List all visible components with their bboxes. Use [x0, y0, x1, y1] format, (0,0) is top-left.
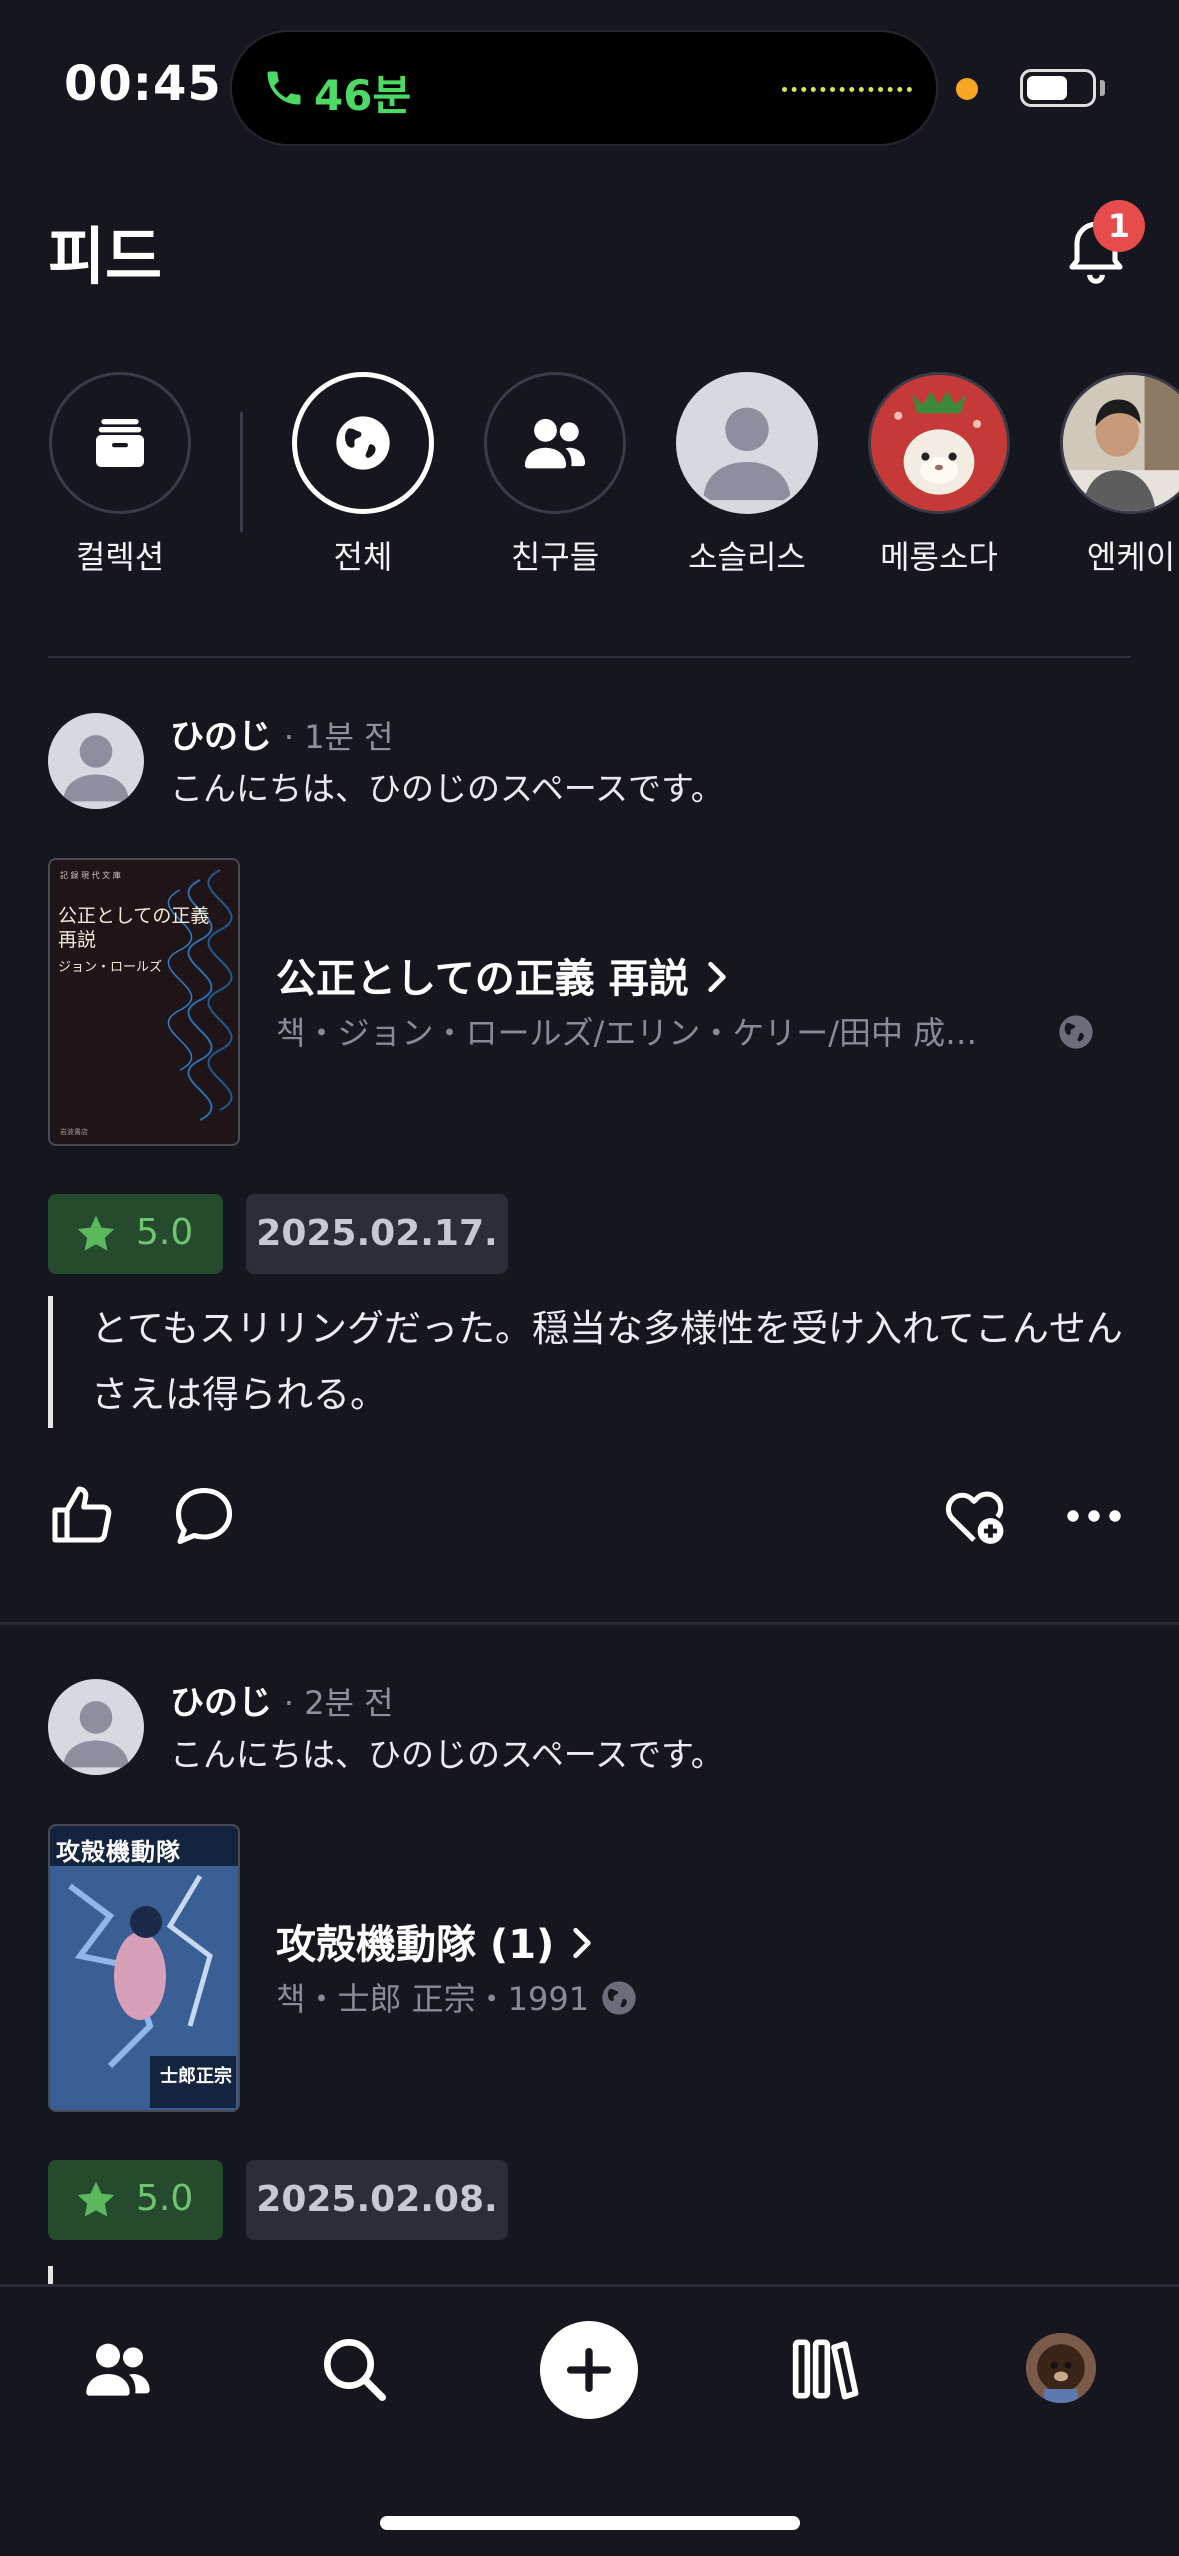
photo-avatar-icon — [1063, 375, 1179, 511]
home-indicator — [380, 2516, 800, 2530]
audio-waveform — [782, 87, 912, 93]
story-user-soslis[interactable]: 소슬리스 — [662, 372, 832, 578]
tab-library-icon[interactable] — [784, 2329, 864, 2409]
book-cover[interactable]: 記 録 現 代 文 庫 岩波書店 公正としての正義 再説 ジョン・ロールズ — [48, 858, 240, 1146]
post-username[interactable]: ひのじ · 2분 전 — [170, 1675, 394, 1724]
book-cover[interactable]: 攻殻機動隊 士郎正宗 — [48, 1824, 240, 2112]
read-date: 2025.02.17. — [246, 1194, 508, 1274]
rating-value: 5.0 — [136, 1212, 194, 1253]
story-filter-row: 컬렉션 전체 친구들 소슬리스 메롱소다 엔케이 — [0, 372, 1179, 592]
rating-chip: 5.0 — [48, 2160, 223, 2240]
tab-feed-icon[interactable] — [78, 2329, 158, 2409]
story-friends[interactable]: 친구들 — [470, 372, 640, 578]
comment-icon[interactable] — [168, 1480, 240, 1552]
post-username[interactable]: ひのじ · 1분 전 — [170, 709, 394, 758]
story-label: 전체 — [333, 538, 393, 576]
story-label: 메롱소다 — [880, 538, 998, 576]
svg-text:岩波書店: 岩波書店 — [60, 1127, 88, 1136]
heart-add-icon[interactable] — [938, 1480, 1010, 1552]
story-label: 친구들 — [510, 538, 600, 576]
user-avatar — [1060, 372, 1179, 514]
story-user-nk[interactable]: 엔케이 — [1046, 372, 1179, 578]
book-title-link[interactable]: 公正としての正義 再説 — [276, 946, 731, 1004]
book-meta: 책・士郎 正宗・1991 — [276, 1974, 639, 2020]
review-quote-bar — [48, 2266, 53, 2286]
battery-icon — [1020, 69, 1096, 107]
like-icon[interactable] — [46, 1480, 118, 1552]
default-avatar-icon — [63, 735, 129, 802]
tab-search-icon[interactable] — [314, 2329, 394, 2409]
notification-badge: 1 — [1093, 200, 1145, 252]
star-icon — [77, 1215, 115, 1251]
read-date: 2025.02.08. — [246, 2160, 508, 2240]
user-avatar — [676, 372, 818, 514]
story-circle — [484, 372, 626, 514]
chevron-right-icon — [707, 961, 726, 993]
review-text: とてもスリリングだった。穏当な多様性を受け入れてこんせんさえは得られる。 — [48, 1296, 1138, 1428]
story-user-melongsoda[interactable]: 메롱소다 — [854, 372, 1024, 578]
user-avatar[interactable] — [48, 713, 144, 809]
cover-title: 攻殻機動隊 — [56, 1838, 181, 1866]
battery-tip — [1100, 80, 1105, 96]
book-meta: 책・ジョン・ロールズ/エリン・ケリー/田中 成… — [276, 1014, 978, 1052]
book-cover-art: 記 録 現 代 文 庫 岩波書店 — [50, 860, 238, 1144]
privacy-indicator — [956, 78, 978, 100]
plus-icon — [566, 2347, 612, 2393]
story-label: 컬렉션 — [75, 538, 165, 576]
post-subtitle: こんにちは、ひのじのスペースです。 — [170, 1735, 724, 1774]
star-icon — [77, 2181, 115, 2217]
tab-add-button[interactable] — [540, 2321, 638, 2419]
globe-icon — [602, 1981, 636, 2015]
strawberry-avatar-icon — [871, 375, 1007, 511]
dynamic-island[interactable]: 46분 — [230, 30, 938, 146]
default-avatar-icon — [63, 1701, 129, 1768]
story-divider — [240, 412, 243, 532]
cover-author: 士郎正宗 — [160, 2066, 232, 2087]
globe-icon — [336, 416, 390, 470]
chevron-right-icon — [573, 1927, 591, 1959]
book-meta-text: 책・士郎 正宗・1991 — [276, 1980, 590, 2018]
post-subtitle: こんにちは、ひのじのスペースです。 — [170, 769, 724, 808]
user-avatar[interactable] — [48, 1679, 144, 1775]
status-bar: 00:45 46분 — [0, 0, 1179, 170]
users-icon — [524, 418, 586, 469]
story-circle — [292, 372, 434, 514]
story-all[interactable]: 전체 — [278, 372, 448, 578]
post-divider — [0, 1622, 1179, 1625]
story-collection[interactable]: 컬렉션 — [35, 372, 205, 578]
cover-title: 公正としての正義 再説 — [58, 905, 210, 951]
book-title-link[interactable]: 攻殻機動隊 (1) — [276, 1912, 596, 1970]
post-time: · 2분 전 — [283, 1684, 394, 1722]
more-icon[interactable] — [1058, 1480, 1130, 1552]
divider — [48, 656, 1131, 658]
svg-text:記 録 現 代 文 庫: 記 録 現 代 文 庫 — [60, 870, 121, 880]
user-avatar — [868, 372, 1010, 514]
rating-chip: 5.0 — [48, 1194, 223, 1274]
call-duration: 46분 — [314, 71, 412, 120]
story-label: 소슬리스 — [688, 538, 806, 576]
profile-avatar-icon — [1026, 2333, 1096, 2403]
username-text: ひのじ — [170, 717, 272, 757]
story-label: 엔케이 — [1086, 538, 1176, 576]
page-title: 피드 — [48, 220, 163, 293]
book-title: 攻殻機動隊 (1) — [276, 1922, 555, 1968]
status-time: 00:45 — [64, 56, 222, 112]
archive-icon — [96, 419, 144, 467]
cover-author: ジョン・ロールズ — [58, 960, 163, 975]
globe-icon — [1059, 1015, 1093, 1049]
phone-icon — [267, 71, 301, 105]
book-title: 公正としての正義 再説 — [276, 956, 689, 1002]
tab-profile-avatar[interactable] — [1026, 2333, 1096, 2403]
default-avatar-icon — [703, 407, 791, 501]
story-circle — [49, 372, 191, 514]
username-text: ひのじ — [170, 1683, 272, 1723]
rating-value: 5.0 — [136, 2178, 194, 2219]
post-time: · 1분 전 — [283, 718, 394, 756]
